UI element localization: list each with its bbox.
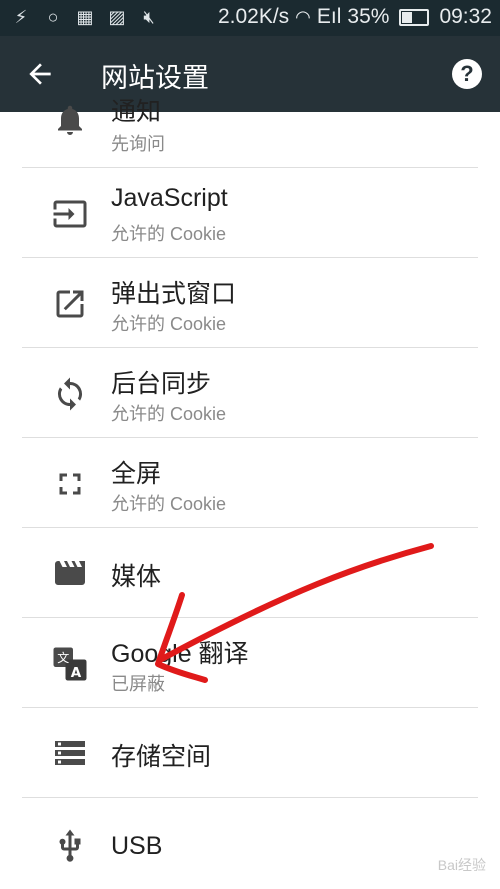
search-icon: ○	[47, 7, 59, 27]
setting-subtitle: 先询问	[111, 134, 165, 154]
setting-title: Google 翻译	[111, 640, 249, 668]
setting-subtitle: 已屏蔽	[111, 674, 165, 694]
media-icon	[55, 561, 85, 585]
translate-icon: 文 A	[53, 647, 87, 681]
clock: 09:32	[439, 5, 492, 28]
fullscreen-icon	[59, 473, 81, 495]
setting-usb[interactable]: USB	[0, 798, 500, 888]
setting-title: 存储空间	[111, 743, 212, 771]
setting-title: 后台同步	[111, 370, 212, 398]
svg-text:文: 文	[57, 650, 69, 665]
battery-percent: 35%	[347, 5, 390, 28]
apps-icon: ▦	[76, 7, 94, 27]
sync-icon	[57, 377, 83, 411]
setting-title: 媒体	[111, 563, 162, 591]
bell-icon	[58, 105, 82, 135]
status-bar: ⚡ ○ ▦ ▨ 🔇︎ 2.02K/s ◠ Eıl 35% 09:32	[0, 0, 500, 36]
javascript-icon	[53, 200, 87, 228]
signal-icon: Eıl	[316, 5, 342, 28]
setting-title: JavaScript	[111, 184, 228, 212]
charging-icon: ⚡	[14, 7, 28, 27]
setting-storage[interactable]: 存储空间	[0, 708, 500, 798]
setting-subtitle: 允许的 Cookie	[111, 224, 227, 244]
setting-title: 全屏	[111, 460, 162, 488]
setting-subtitle: 允许的 Cookie	[111, 404, 227, 424]
setting-subtitle: 允许的 Cookie	[111, 494, 227, 514]
mute-icon: 🔇︎	[143, 7, 155, 27]
setting-background-sync[interactable]: 后台同步 允许的 Cookie	[0, 348, 500, 438]
setting-popups[interactable]: 弹出式窗口 允许的 Cookie	[0, 258, 500, 348]
setting-title: 弹出式窗口	[111, 280, 237, 308]
setting-subtitle: 允许的 Cookie	[111, 314, 227, 334]
back-arrow-icon[interactable]	[24, 58, 56, 90]
setting-fullscreen[interactable]: 全屏 允许的 Cookie	[0, 438, 500, 528]
popup-icon	[56, 290, 84, 318]
setting-title: USB	[111, 832, 163, 860]
setting-javascript[interactable]: JavaScript 允许的 Cookie	[0, 168, 500, 258]
setting-notifications[interactable]: 通知 先询问	[0, 90, 500, 166]
watermark: Bai经验	[437, 857, 486, 873]
battery-icon	[399, 8, 430, 26]
setting-media[interactable]: 媒体	[0, 528, 500, 618]
help-button[interactable]: ?	[452, 59, 482, 89]
usb-icon	[59, 829, 81, 862]
setting-title: 通知	[111, 98, 162, 126]
network-speed: 2.02K/s	[217, 5, 290, 28]
wifi-icon: ◠	[295, 6, 311, 27]
storage-icon	[55, 741, 85, 765]
image-icon: ▨	[108, 7, 126, 27]
svg-text:A: A	[71, 665, 82, 681]
setting-google-translate[interactable]: 文 A Google 翻译 已屏蔽	[0, 618, 500, 708]
